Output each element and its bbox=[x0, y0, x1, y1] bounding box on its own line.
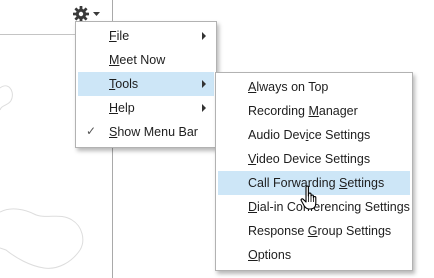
submenu-arrow-icon bbox=[202, 32, 206, 40]
menu-item-help[interactable]: Help bbox=[78, 96, 214, 120]
options-menu: File Meet Now Tools Help ✓ Show Menu Bar bbox=[75, 21, 217, 148]
submenu-item-options[interactable]: Options bbox=[218, 243, 410, 267]
menu-item-label: Response Group Settings bbox=[248, 224, 392, 238]
menu-item-meet-now[interactable]: Meet Now bbox=[78, 48, 214, 72]
submenu-item-audio-device-settings[interactable]: Audio Device Settings bbox=[218, 123, 410, 147]
menu-item-label: Dial-in Conferencing Settings bbox=[248, 200, 410, 214]
menu-item-label: Show Menu Bar bbox=[109, 125, 198, 139]
checkmark-icon: ✓ bbox=[86, 124, 97, 138]
menu-item-label: Audio Device Settings bbox=[248, 128, 371, 142]
menu-item-label: Video Device Settings bbox=[248, 152, 371, 166]
submenu-item-always-on-top[interactable]: Always on Top bbox=[218, 75, 410, 99]
menu-item-show-menu-bar[interactable]: ✓ Show Menu Bar bbox=[78, 120, 214, 144]
submenu-arrow-icon bbox=[202, 104, 206, 112]
menu-item-file[interactable]: File bbox=[78, 24, 214, 48]
menu-item-label: Recording Manager bbox=[248, 104, 358, 118]
menu-item-label: Help bbox=[109, 101, 135, 115]
menu-item-tools[interactable]: Tools bbox=[78, 72, 214, 96]
tools-submenu: Always on Top Recording Manager Audio De… bbox=[215, 72, 413, 271]
hand-pointer-icon bbox=[300, 185, 317, 210]
chevron-down-icon bbox=[93, 12, 100, 16]
menu-item-label: Meet Now bbox=[109, 53, 166, 67]
menu-item-label: Always on Top bbox=[248, 80, 329, 94]
submenu-arrow-icon bbox=[202, 80, 206, 88]
menu-item-label: Tools bbox=[109, 77, 139, 91]
submenu-item-video-device-settings[interactable]: Video Device Settings bbox=[218, 147, 410, 171]
submenu-item-response-group-settings[interactable]: Response Group Settings bbox=[218, 219, 410, 243]
menu-item-label: File bbox=[109, 29, 130, 43]
submenu-item-recording-manager[interactable]: Recording Manager bbox=[218, 99, 410, 123]
menu-item-label: Options bbox=[248, 248, 292, 262]
